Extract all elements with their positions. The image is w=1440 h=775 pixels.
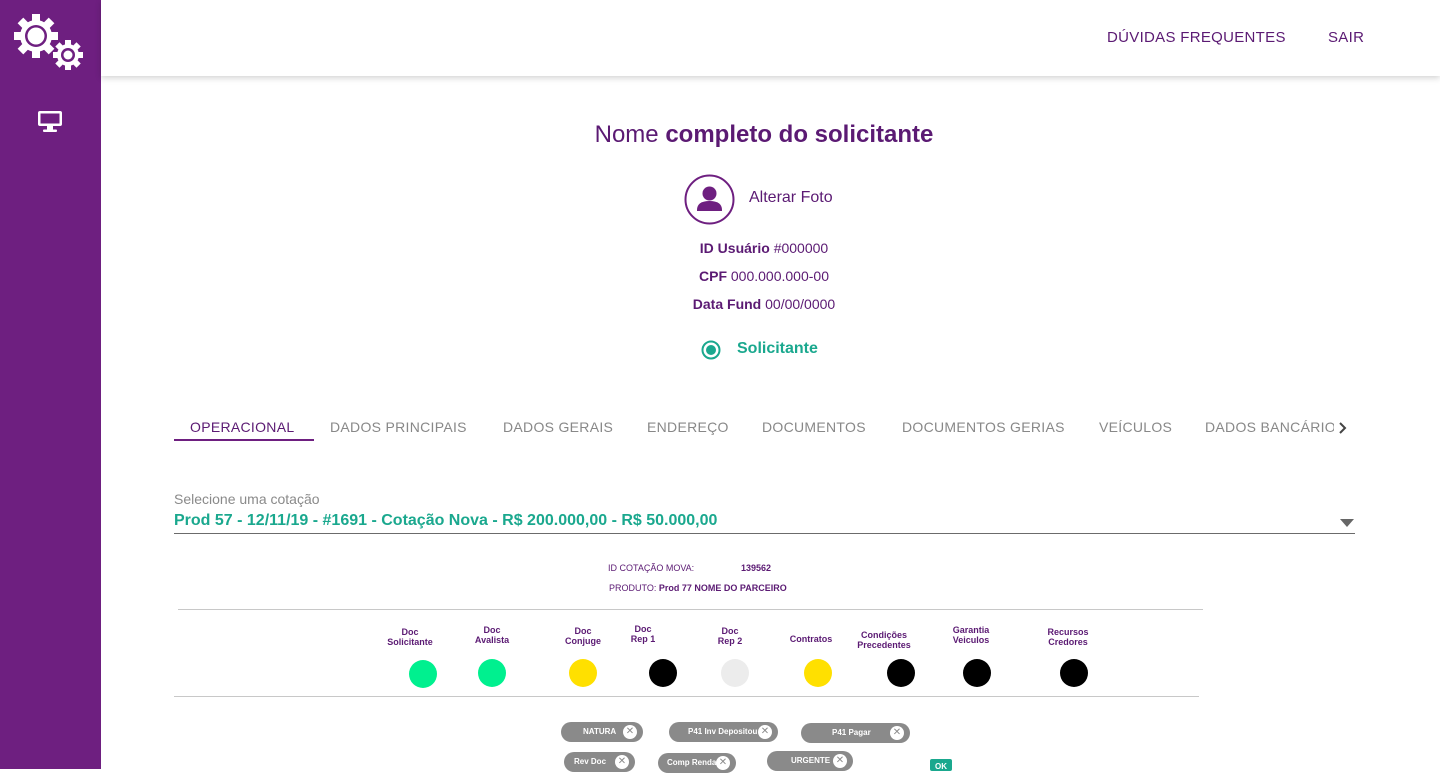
active-tab-indicator — [174, 439, 314, 441]
date-row: Data Fund 00/00/0000 — [0, 296, 1440, 312]
tag-chip: P41 Inv Depositou ✕ — [669, 722, 778, 742]
close-icon[interactable]: ✕ — [716, 756, 730, 770]
tab-veiculos[interactable]: VEÍCULOS — [1099, 419, 1172, 435]
close-icon[interactable]: ✕ — [890, 726, 904, 740]
cpf-label: CPF — [699, 268, 727, 284]
quote-select-label: Selecione uma cotação — [174, 491, 320, 507]
ok-button[interactable]: OK — [930, 759, 952, 771]
role-radio[interactable] — [701, 340, 721, 360]
status-dot — [721, 659, 749, 687]
tab-documentos[interactable]: DOCUMENTOS — [762, 419, 866, 435]
gears-logo-icon — [14, 14, 83, 70]
tag-chip: NATURA ✕ — [561, 722, 643, 742]
divider — [174, 696, 1199, 697]
status-dot — [478, 659, 506, 687]
status-dot — [569, 659, 597, 687]
change-photo-link[interactable]: Alterar Foto — [749, 189, 833, 207]
product-value: Prod 77 NOME DO PARCEIRO — [658, 583, 787, 593]
product-row: PRODUTO: Prod 77 NOME DO PARCEIRO — [609, 583, 787, 593]
caret-down-icon[interactable] — [1340, 519, 1354, 527]
tag-chip: URGENTE ✕ — [767, 751, 853, 771]
tag-chip: Comp Renda ✕ — [658, 753, 736, 773]
step-label: Contratos — [789, 634, 833, 644]
status-dot — [649, 659, 677, 687]
status-dot — [1060, 659, 1088, 687]
select-underline — [174, 533, 1355, 534]
quote-select[interactable]: Prod 57 - 12/11/19 - #1691 - Cotação Nov… — [174, 512, 717, 530]
user-id-row: ID Usuário #000000 — [0, 240, 1440, 256]
step-label: Condições Precedentes — [857, 630, 911, 650]
status-dot — [963, 659, 991, 687]
date-label: Data Fund — [692, 296, 762, 312]
close-icon[interactable]: ✕ — [615, 755, 629, 769]
tab-bar: OPERACIONAL DADOS PRINCIPAIS DADOS GERAI… — [174, 412, 1354, 442]
logout-link[interactable]: SAIR — [1328, 29, 1364, 46]
cpf-value: 000.000.000-00 — [730, 268, 829, 284]
role-label[interactable]: Solicitante — [737, 340, 818, 358]
status-dot — [887, 659, 915, 687]
tab-operacional[interactable]: OPERACIONAL — [190, 419, 294, 435]
user-id-value: #000000 — [773, 240, 829, 256]
step-label: Doc Avalista — [474, 625, 510, 645]
tag-chip: Rev Doc ✕ — [564, 752, 635, 772]
step-label: Recursos Credores — [1047, 627, 1089, 647]
close-icon[interactable]: ✕ — [623, 725, 637, 739]
tab-dados-principais[interactable]: DADOS PRINCIPAIS — [330, 419, 467, 435]
date-value: 00/00/0000 — [765, 296, 836, 312]
tab-documentos-gerias[interactable]: DOCUMENTOS GERIAS — [902, 419, 1065, 435]
faq-link[interactable]: DÚVIDAS FREQUENTES — [1107, 29, 1286, 46]
step-label: Doc Rep 1 — [630, 624, 656, 644]
avatar-icon[interactable] — [684, 174, 735, 225]
cpf-row: CPF 000.000.000-00 — [0, 268, 1440, 284]
tab-endereco[interactable]: ENDEREÇO — [647, 419, 729, 435]
quote-id-label: ID COTAÇÃO MOVA: — [608, 563, 695, 573]
page-title: Nome completo do solicitante — [0, 121, 1440, 149]
quote-id-value: 139562 — [741, 563, 772, 573]
status-dot — [804, 659, 832, 687]
step-label: Doc Rep 2 — [717, 626, 743, 646]
sidebar — [0, 0, 101, 769]
divider — [178, 609, 1203, 610]
top-bar: DÚVIDAS FREQUENTES SAIR — [101, 0, 1440, 76]
status-dot — [409, 660, 437, 688]
tab-dados-bancarios[interactable]: DADOS BANCÁRIOS — [1205, 419, 1346, 435]
tab-dados-gerais[interactable]: DADOS GERAIS — [503, 419, 613, 435]
chevron-right-icon[interactable] — [1336, 421, 1350, 435]
step-label: Doc Solicitante — [387, 627, 433, 647]
user-id-label: ID Usuário — [699, 240, 770, 256]
step-label: Garantia Veiculos — [952, 625, 990, 645]
close-icon[interactable]: ✕ — [758, 725, 772, 739]
title-bold: completo do solicitante — [665, 121, 934, 148]
product-label: PRODUTO: — [609, 583, 657, 593]
close-icon[interactable]: ✕ — [833, 754, 847, 768]
tag-chip: P41 Pagar ✕ — [801, 723, 910, 743]
title-light: Nome — [594, 121, 659, 148]
